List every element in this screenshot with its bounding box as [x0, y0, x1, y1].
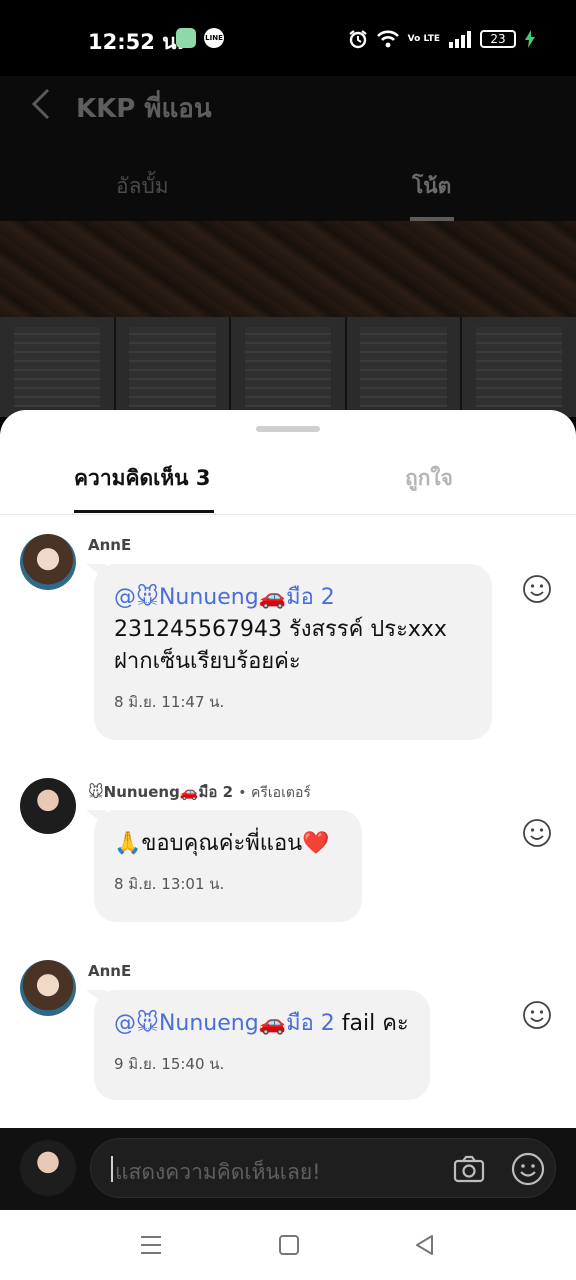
battery-indicator: 23: [480, 30, 516, 48]
comment-bubble[interactable]: @🐭Nunueng🚗มือ 2 fail คะ 9 มิ.ย. 15:40 น.: [94, 990, 430, 1100]
status-icons: Vo LTE 23: [348, 27, 536, 51]
emoji-icon[interactable]: [511, 1152, 545, 1186]
tab-comments-indicator: [74, 510, 214, 513]
comment-author[interactable]: AnnE: [88, 962, 131, 980]
status-bar: 12:52 น. LINE Vo LTE 23: [0, 0, 576, 76]
reaction-emoji-icon[interactable]: [522, 818, 552, 848]
volte-indicator: Vo LTE: [407, 33, 440, 44]
menu-icon[interactable]: [138, 1232, 164, 1258]
comment-author[interactable]: AnnE: [88, 536, 131, 554]
reaction-emoji-icon[interactable]: [522, 1000, 552, 1030]
comments-sheet: ความคิดเห็น 3 ถูกใจ AnnE @🐭Nunueng🚗มือ 2…: [0, 410, 576, 1210]
back-icon[interactable]: [412, 1232, 438, 1258]
tab-album[interactable]: อัลบั้ม: [116, 170, 169, 203]
comment-line: ฝากเซ็นเรียบร้อยค่ะ: [114, 649, 301, 674]
notification-app-icon: [176, 28, 196, 48]
system-nav-bar: [0, 1210, 576, 1280]
avatar[interactable]: [20, 534, 76, 590]
comment-author-name: 🐭Nunueng🚗มือ 2: [88, 783, 234, 801]
mention-link[interactable]: @🐭Nunueng🚗มือ 2: [114, 585, 335, 610]
comment-input[interactable]: แสดงความคิดเห็นเลย!: [90, 1138, 556, 1198]
comment-time: 8 มิ.ย. 13:01 น.: [114, 875, 225, 893]
photo-grid: [0, 317, 576, 417]
tab-comments[interactable]: ความคิดเห็น 3: [74, 462, 210, 495]
back-arrow-icon[interactable]: [26, 84, 60, 124]
comment-input-bar: แสดงความคิดเห็นเลย!: [0, 1128, 576, 1210]
divider: [0, 514, 576, 515]
wifi-icon: [376, 30, 399, 48]
alarm-icon: [349, 30, 367, 49]
reaction-emoji-icon[interactable]: [522, 574, 552, 604]
creator-badge: • ครีเอเตอร์: [238, 785, 311, 801]
photo-thumbnail[interactable]: [231, 317, 345, 417]
comment-bubble[interactable]: @🐭Nunueng🚗มือ 2 231245567943 รังสรรค์ ปร…: [94, 564, 492, 740]
album-header: KKP พี่แอน อัลบั้ม โน้ต: [0, 76, 576, 221]
comment-item: 🐭Nunueng🚗มือ 2 • ครีเอเตอร์ 🙏ขอบคุณค่ะพี…: [0, 778, 576, 928]
my-avatar: [20, 1140, 76, 1196]
sheet-drag-handle[interactable]: [256, 426, 320, 432]
photo-thumbnail[interactable]: [115, 317, 230, 417]
tab-note[interactable]: โน้ต: [412, 170, 451, 203]
comment-text: 🙏ขอบคุณค่ะพี่แอน❤️: [114, 831, 330, 856]
comment-item: AnnE @🐭Nunueng🚗มือ 2 231245567943 รังสรร…: [0, 534, 576, 744]
comment-item: AnnE @🐭Nunueng🚗มือ 2 fail คะ 9 มิ.ย. 15:…: [0, 960, 576, 1110]
photo-thumbnail[interactable]: [0, 317, 114, 417]
text-caret: [111, 1156, 113, 1182]
comment-line: 231245567943 รังสรรค์ ประxxx: [114, 617, 447, 642]
mention-link[interactable]: @🐭Nunueng🚗มือ 2: [114, 1011, 335, 1036]
background-page: KKP พี่แอน อัลบั้ม โน้ต: [0, 76, 576, 417]
comment-line: fail คะ: [334, 1011, 409, 1036]
comment-author[interactable]: 🐭Nunueng🚗มือ 2 • ครีเอเตอร์: [88, 780, 311, 804]
comment-bubble[interactable]: 🙏ขอบคุณค่ะพี่แอน❤️ 8 มิ.ย. 13:01 น.: [94, 810, 362, 922]
avatar[interactable]: [20, 778, 76, 834]
comment-time: 8 มิ.ย. 11:47 น.: [114, 693, 225, 711]
line-notification-icon: LINE: [204, 28, 224, 48]
comment-text: @🐭Nunueng🚗มือ 2 231245567943 รังสรรค์ ปร…: [114, 582, 472, 678]
comment-text: @🐭Nunueng🚗มือ 2 fail คะ: [114, 1008, 410, 1040]
camera-icon[interactable]: [453, 1153, 485, 1185]
photo-woven-mat[interactable]: [0, 221, 576, 317]
tab-likes[interactable]: ถูกใจ: [405, 462, 453, 495]
comment-time: 9 มิ.ย. 15:40 น.: [114, 1055, 225, 1073]
charging-icon: [525, 30, 535, 48]
home-icon[interactable]: [276, 1232, 302, 1258]
status-time: 12:52 น.: [88, 30, 185, 54]
page-title: KKP พี่แอน: [76, 94, 212, 124]
signal-icon: [449, 31, 471, 48]
photo-thumbnail[interactable]: [462, 317, 576, 417]
photo-thumbnail[interactable]: [346, 317, 461, 417]
comment-input-placeholder: แสดงความคิดเห็นเลย!: [115, 1160, 321, 1184]
avatar[interactable]: [20, 960, 76, 1016]
